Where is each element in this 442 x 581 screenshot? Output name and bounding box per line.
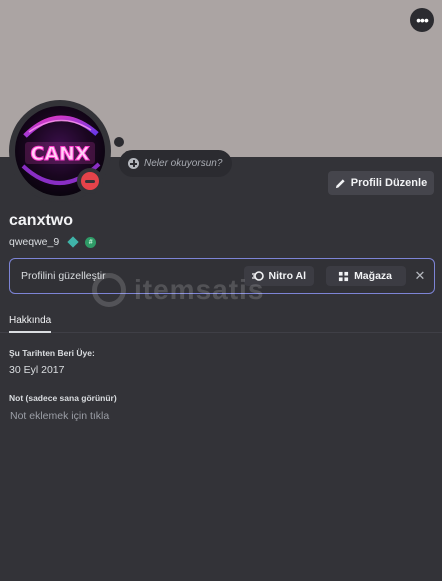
svg-text:CANX: CANX — [30, 143, 90, 165]
pencil-icon — [335, 178, 345, 188]
status-bubble-tail — [114, 137, 124, 147]
upsell-text: Profilini güzelleştir — [21, 270, 106, 282]
add-circle-icon — [128, 158, 139, 169]
shop-icon — [338, 271, 349, 281]
member-since-value: 30 Eyl 2017 — [9, 364, 65, 376]
username: qweqwe_9 — [9, 236, 60, 248]
tab-about[interactable]: Hakkında — [9, 315, 52, 333]
edit-profile-button[interactable]: Profili Düzenle — [328, 171, 434, 195]
get-nitro-button[interactable]: Nitro Al — [243, 266, 315, 286]
username-row: qweqwe_9 # — [9, 235, 97, 249]
nitro-badge-icon[interactable] — [67, 236, 79, 248]
profile-upsell-banner: Profilini güzelleştir Nitro Al Mağaza ✕ — [9, 258, 435, 294]
shop-label: Mağaza — [354, 270, 392, 282]
note-label: Not (sadece sana görünür) — [9, 393, 117, 403]
note-input[interactable]: Not eklemek için tıkla — [10, 410, 109, 422]
ellipsis-icon: ••• — [416, 12, 429, 28]
shop-button[interactable]: Mağaza — [326, 266, 406, 286]
edit-profile-label: Profili Düzenle — [350, 177, 428, 189]
profile-tab-bar: Hakkında — [0, 312, 442, 333]
close-icon[interactable]: ✕ — [414, 268, 426, 284]
pronoun-badge-icon[interactable]: # — [85, 236, 97, 248]
display-name: canxtwo — [9, 212, 74, 229]
get-nitro-label: Nitro Al — [268, 270, 307, 282]
custom-status-bubble[interactable]: Neler okuyorsun? — [119, 150, 233, 177]
more-options-button[interactable]: ••• — [410, 8, 434, 32]
status-indicator — [77, 168, 103, 194]
member-since-label: Şu Tarihten Beri Üye: — [9, 348, 95, 358]
nitro-icon — [251, 271, 264, 281]
dnd-status-icon — [81, 172, 99, 190]
custom-status-placeholder: Neler okuyorsun? — [144, 158, 223, 169]
